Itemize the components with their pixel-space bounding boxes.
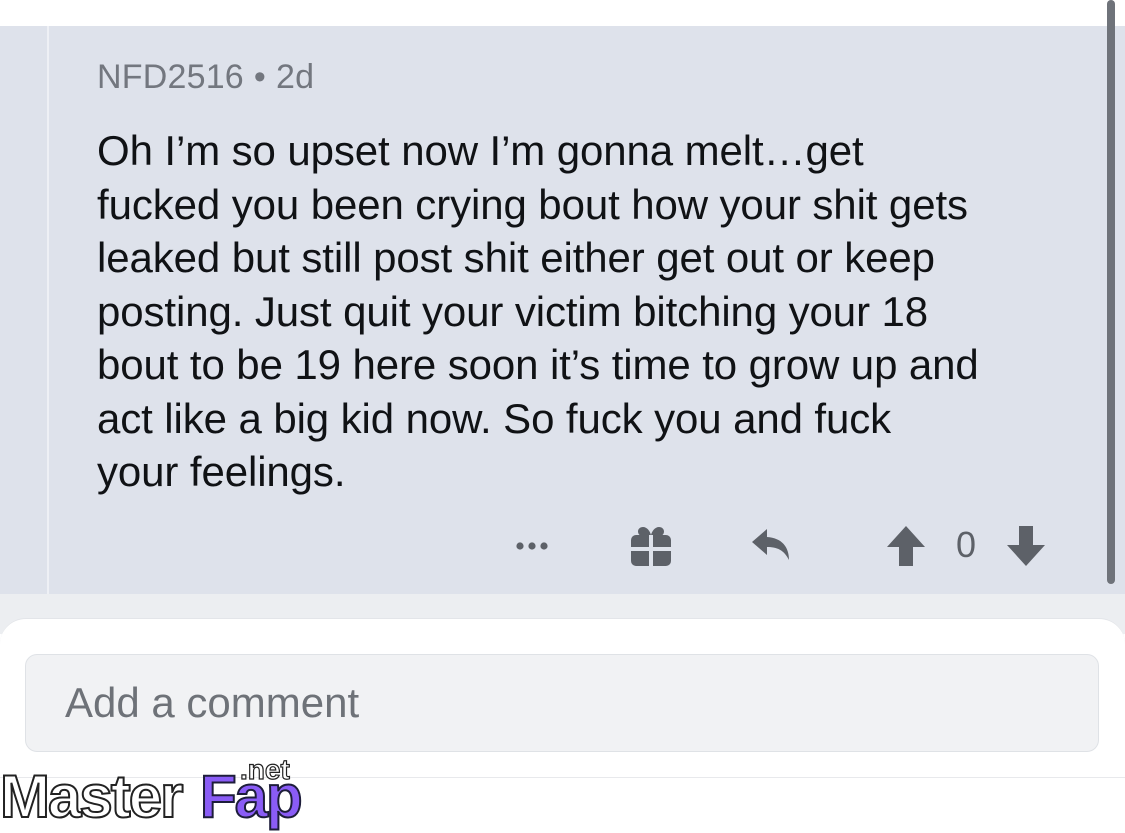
upvote-icon	[887, 526, 925, 566]
add-comment-input[interactable]: Add a comment	[25, 654, 1099, 752]
gift-icon	[631, 527, 671, 566]
downvote-icon	[1007, 526, 1045, 566]
reply-button[interactable]	[748, 523, 796, 569]
vote-count: 0	[955, 524, 977, 565]
watermark-text-net: .net	[239, 753, 290, 785]
comment-body: Oh I’m so upset now I’m gonna melt…get f…	[97, 124, 1087, 499]
upvote-button[interactable]	[884, 523, 928, 569]
more-options-button[interactable]	[510, 526, 554, 566]
top-strip	[0, 0, 1125, 26]
comment-line: Oh I’m so upset now I’m gonna melt…get	[97, 127, 864, 174]
meta-separator: •	[253, 58, 267, 96]
comment-line: your feelings.	[97, 448, 346, 495]
award-button[interactable]	[626, 521, 676, 571]
comment-age: 2d	[276, 58, 315, 96]
comment-line: fucked you been crying bout how your shi…	[97, 180, 968, 228]
thread-line[interactable]	[47, 26, 49, 594]
add-comment-placeholder: Add a comment	[65, 679, 360, 726]
comment-line: act like a big kid now. So fuck you and …	[97, 394, 892, 442]
comment-line: bout to be 19 here soon it’s time to gro…	[97, 341, 979, 388]
author-name[interactable]: NFD2516	[97, 58, 244, 96]
comment-line: posting. Just quit your victim bitching …	[97, 287, 929, 335]
comment-line: leaked but still post shit either get ou…	[97, 234, 935, 281]
comment-meta: NFD2516 • 2d	[97, 58, 314, 97]
watermark-text-master: Master	[0, 762, 184, 831]
reply-icon	[752, 529, 789, 560]
downvote-button[interactable]	[1004, 523, 1048, 569]
more-dots-icon	[516, 542, 548, 550]
scrollbar[interactable]	[1107, 0, 1115, 584]
watermark-logo: Master Fap .net	[0, 750, 320, 832]
